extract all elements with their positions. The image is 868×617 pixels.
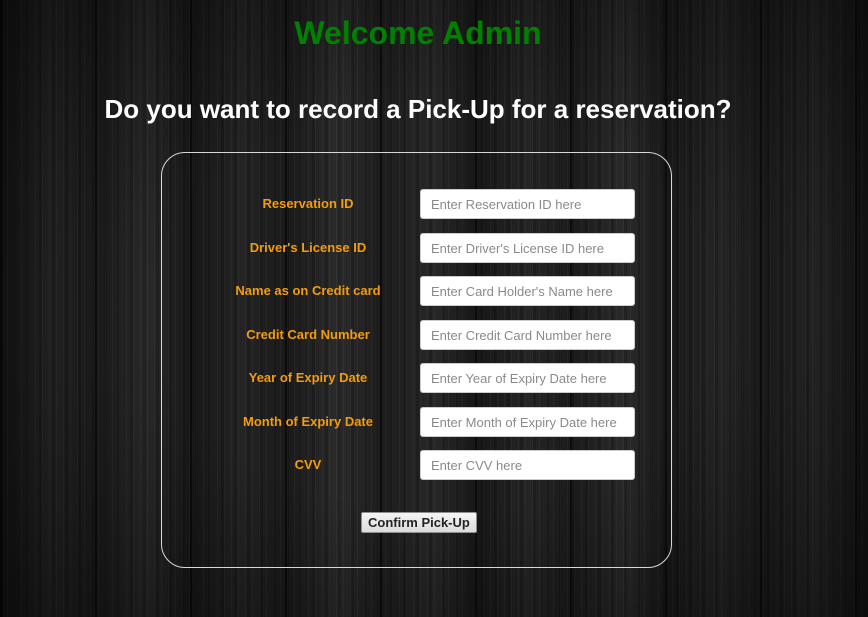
confirm-pickup-button[interactable]: Confirm Pick-Up	[361, 512, 477, 533]
welcome-heading: Welcome Admin	[294, 15, 542, 51]
form-row-expiry-month: Month of Expiry Date	[162, 407, 671, 437]
expiry-year-input[interactable]	[420, 363, 635, 393]
form-row-card-number: Credit Card Number	[162, 320, 671, 350]
reservation-id-input[interactable]	[420, 189, 635, 219]
cvv-input[interactable]	[420, 450, 635, 480]
expiry-month-label: Month of Expiry Date	[242, 414, 373, 429]
form-row-drivers-license: Driver's License ID	[162, 233, 671, 263]
page-question: Do you want to record a Pick-Up for a re…	[104, 94, 732, 124]
form-row-cvv: CVV	[162, 450, 671, 480]
pickup-form: Reservation ID Driver's License ID Name …	[161, 152, 672, 568]
drivers-license-input[interactable]	[420, 233, 635, 263]
card-number-input[interactable]	[420, 320, 635, 350]
cvv-label: CVV	[294, 457, 322, 472]
form-row-reservation-id: Reservation ID	[162, 189, 671, 219]
form-row-card-holder-name: Name as on Credit card	[162, 276, 671, 306]
expiry-year-label: Year of Expiry Date	[248, 370, 368, 385]
card-holder-name-input[interactable]	[420, 276, 635, 306]
form-row-expiry-year: Year of Expiry Date	[162, 363, 671, 393]
expiry-month-input[interactable]	[420, 407, 635, 437]
reservation-id-label: Reservation ID	[262, 196, 354, 211]
card-number-label: Credit Card Number	[246, 327, 370, 342]
drivers-license-label: Driver's License ID	[249, 240, 367, 255]
card-holder-name-label: Name as on Credit card	[235, 283, 381, 298]
